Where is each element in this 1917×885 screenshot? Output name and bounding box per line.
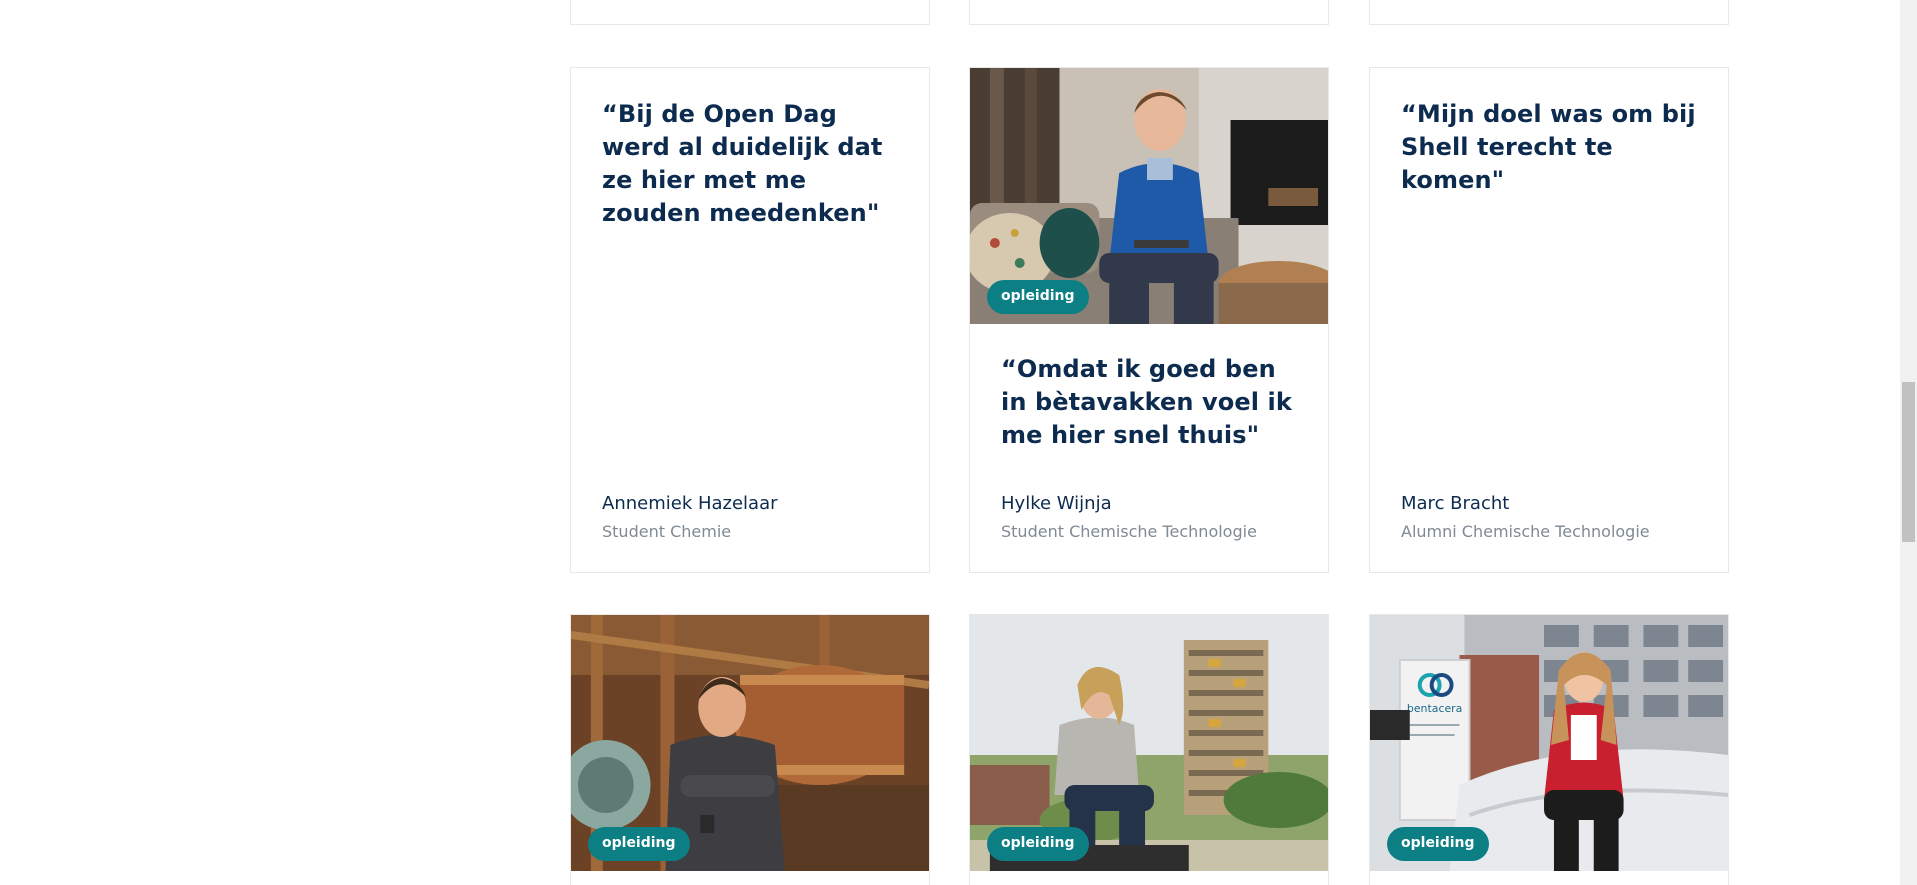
category-tag[interactable]: opleiding xyxy=(588,827,690,861)
testimonial-card-marc[interactable]: “Mijn doel was om bij Shell terecht te k… xyxy=(1369,67,1729,573)
card-partial-top[interactable] xyxy=(969,0,1329,25)
person-role: Student Chemische Technologie xyxy=(1001,522,1257,541)
person-name: Marc Bracht xyxy=(1401,493,1510,514)
testimonial-quote: “Omdat ik goed ben in bètavakken voel ik… xyxy=(1001,355,1292,449)
testimonial-card-hylke[interactable]: opleiding “Omdat ik goed ben in bètavakk… xyxy=(969,67,1329,573)
card-partial-top[interactable] xyxy=(1369,0,1729,25)
page-viewport: “Bij de Open Dag werd al duidelijk dat z… xyxy=(0,0,1917,885)
testimonial-card[interactable]: opleiding xyxy=(570,614,930,885)
testimonial-photo[interactable]: opleiding xyxy=(571,615,929,871)
testimonial-photo[interactable]: opleiding xyxy=(970,615,1328,871)
testimonial-quote: “Bij de Open Dag werd al duidelijk dat z… xyxy=(602,100,883,227)
person-name: Hylke Wijnja xyxy=(1001,493,1112,514)
person-role: Alumni Chemische Technologie xyxy=(1401,522,1650,541)
person-name: Annemiek Hazelaar xyxy=(602,493,778,514)
testimonial-quote: “Mijn doel was om bij Shell terecht te k… xyxy=(1401,100,1696,194)
vertical-scrollbar[interactable] xyxy=(1900,0,1917,885)
testimonial-photo[interactable]: bentacera opleiding xyxy=(1370,615,1728,871)
testimonial-card-annemiek[interactable]: “Bij de Open Dag werd al duidelijk dat z… xyxy=(570,67,930,573)
scrollbar-thumb[interactable] xyxy=(1902,382,1915,542)
testimonial-card[interactable]: opleiding xyxy=(969,614,1329,885)
person-role: Student Chemie xyxy=(602,522,732,541)
testimonial-card[interactable]: bentacera opleiding xyxy=(1369,614,1729,885)
card-partial-top[interactable] xyxy=(570,0,930,25)
svg-text:bentacera: bentacera xyxy=(1407,702,1462,715)
category-tag[interactable]: opleiding xyxy=(987,280,1089,314)
testimonial-photo[interactable]: opleiding xyxy=(970,68,1328,324)
category-tag[interactable]: opleiding xyxy=(987,827,1089,861)
category-tag[interactable]: opleiding xyxy=(1387,827,1489,861)
